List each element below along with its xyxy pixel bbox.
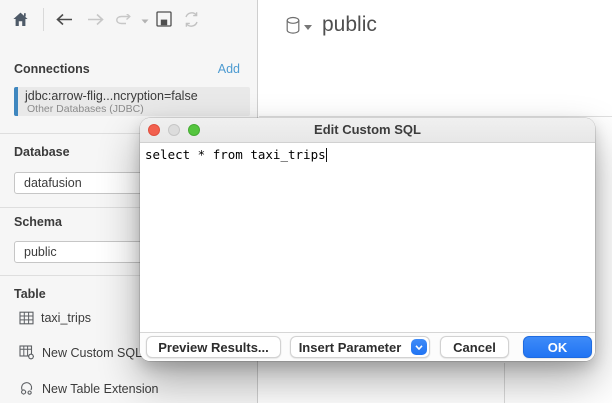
table-item-label: taxi_trips (41, 311, 91, 325)
connection-title: jdbc:arrow-flig...ncryption=false (25, 89, 250, 103)
ok-button[interactable]: OK (523, 336, 592, 358)
canvas-header: public (259, 0, 612, 117)
toolbar-separator (43, 8, 44, 31)
table-label: Table (14, 287, 46, 301)
cancel-button[interactable]: Cancel (440, 336, 509, 358)
text-cursor (326, 148, 327, 162)
insert-parameter-dropdown[interactable] (411, 339, 427, 355)
canvas-table-menu[interactable] (285, 16, 301, 37)
sql-text-editor[interactable]: select * from taxi_trips (140, 143, 595, 331)
preview-results-button[interactable]: Preview Results... (146, 336, 281, 358)
database-label: Database (14, 145, 70, 159)
chevron-down-icon (415, 345, 423, 350)
caret-down-icon (141, 19, 149, 24)
forward-arrow-icon (86, 13, 105, 26)
minimize-icon (168, 124, 180, 136)
database-cylinder-icon (285, 16, 301, 37)
forward-button[interactable] (86, 13, 105, 26)
back-button[interactable] (55, 13, 74, 26)
table-item-label: New Table Extension (42, 382, 159, 396)
new-custom-sql-item[interactable]: New Custom SQL (19, 344, 142, 361)
replay-loop-icon (115, 14, 136, 26)
refresh-icon (183, 11, 200, 28)
close-icon[interactable] (148, 124, 160, 136)
table-extension-icon (19, 381, 35, 396)
sql-text: select * from taxi_trips (145, 147, 326, 162)
insert-parameter-button[interactable]: Insert Parameter (290, 336, 430, 358)
new-table-extension-item[interactable]: New Table Extension (19, 380, 159, 397)
grid-column-divider (504, 363, 505, 403)
save-floppy-icon (156, 11, 172, 27)
back-arrow-icon (55, 13, 74, 26)
replay-button[interactable] (115, 14, 136, 26)
table-item-label: New Custom SQL (42, 346, 142, 360)
canvas-table-title: public (322, 13, 377, 37)
connection-subtitle: Other Databases (JDBC) (27, 103, 250, 115)
dialog-titlebar[interactable]: Edit Custom SQL (140, 118, 595, 143)
connection-accent-bar (14, 87, 18, 116)
home-icon (12, 11, 29, 28)
connections-header: Connections Add (14, 62, 240, 76)
dialog-footer: Preview Results... Insert Parameter Canc… (140, 332, 595, 361)
app-window: Connections Add jdbc:arrow-flig...ncrypt… (0, 0, 612, 403)
traffic-lights (140, 124, 200, 136)
schema-label: Schema (14, 215, 62, 229)
caret-down-icon[interactable] (304, 25, 312, 30)
table-icon (19, 311, 34, 325)
insert-parameter-label: Insert Parameter (299, 340, 402, 355)
edit-custom-sql-dialog: Edit Custom SQL select * from taxi_trips… (140, 118, 595, 361)
table-item-taxi-trips[interactable]: taxi_trips (19, 309, 91, 326)
connections-label: Connections (14, 62, 90, 76)
replay-dropdown-caret[interactable] (141, 19, 149, 24)
add-connection-link[interactable]: Add (218, 62, 240, 76)
save-button[interactable] (156, 11, 172, 27)
home-button[interactable] (12, 11, 29, 28)
dialog-title: Edit Custom SQL (140, 118, 595, 142)
refresh-button[interactable] (183, 11, 200, 28)
zoom-icon[interactable] (188, 124, 200, 136)
custom-sql-icon (19, 345, 35, 360)
connection-item-jdbc[interactable]: jdbc:arrow-flig...ncryption=false Other … (14, 87, 250, 116)
